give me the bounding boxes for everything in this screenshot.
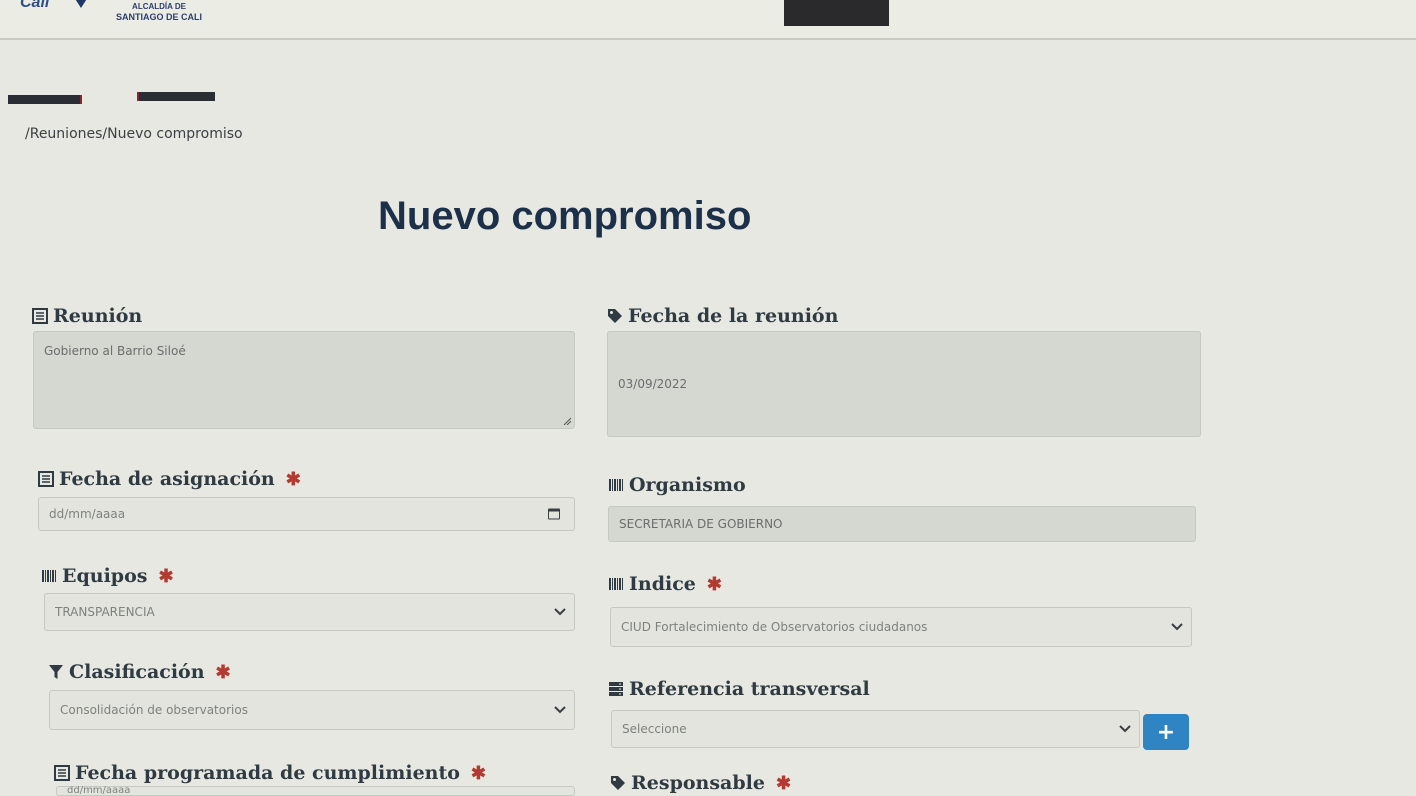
required-asterisk-icon: ✱ bbox=[285, 468, 301, 490]
clasificacion-label: Clasificación ✱ bbox=[48, 661, 231, 683]
fecha-programada-placeholder: dd/mm/aaaa bbox=[67, 786, 131, 796]
fecha-asignacion-placeholder: dd/mm/aaaa bbox=[49, 507, 126, 521]
referencia-transversal-select[interactable]: Seleccione bbox=[611, 710, 1140, 748]
filter-icon bbox=[49, 665, 63, 679]
cali-logo[interactable]: Cali bbox=[20, 0, 49, 12]
fecha-asignacion-label: Fecha de asignación ✱ bbox=[38, 468, 301, 490]
fecha-reunion-label: Fecha de la reunión bbox=[607, 305, 838, 327]
clasificacion-selected: Consolidación de observatorios bbox=[60, 703, 248, 717]
required-asterisk-icon: ✱ bbox=[158, 565, 174, 587]
organismo-value: SECRETARIA DE GOBIERNO bbox=[619, 517, 783, 531]
referencia-transversal-label: Referencia transversal bbox=[608, 678, 870, 700]
fecha-asignacion-input[interactable]: dd/mm/aaaa bbox=[38, 497, 575, 531]
chevron-down-icon[interactable] bbox=[554, 608, 566, 616]
reunion-value: Gobierno al Barrio Siloé bbox=[44, 344, 186, 358]
chevron-down-icon[interactable] bbox=[554, 706, 566, 714]
reunion-label-text: Reunión bbox=[53, 305, 143, 327]
page-title: Nuevo compromiso bbox=[378, 194, 752, 238]
server-icon bbox=[609, 682, 623, 696]
fecha-reunion-label-text: Fecha de la reunión bbox=[628, 305, 839, 327]
alcaldia-logo-line2: SANTIAGO DE CALI bbox=[116, 12, 203, 22]
alcaldia-logo-line1: ALCALDÍA DE bbox=[132, 2, 186, 11]
equipos-label: Equipos ✱ bbox=[41, 565, 174, 587]
barcode-icon bbox=[42, 570, 56, 582]
add-referencia-button[interactable]: + bbox=[1143, 714, 1189, 750]
organismo-label: Organismo bbox=[608, 474, 746, 496]
fecha-reunion-field[interactable]: 03/09/2022 bbox=[607, 331, 1201, 437]
list-icon bbox=[38, 471, 54, 487]
chevron-down-icon[interactable] bbox=[1171, 623, 1183, 631]
calendar-icon[interactable] bbox=[548, 508, 560, 520]
referencia-transversal-selected: Seleccione bbox=[622, 722, 687, 736]
nav-bar-right[interactable] bbox=[137, 92, 215, 101]
list-icon bbox=[54, 765, 70, 781]
referencia-transversal-label-text: Referencia transversal bbox=[629, 678, 870, 700]
required-asterisk-icon: ✱ bbox=[775, 772, 792, 794]
equipos-label-text: Equipos bbox=[62, 565, 148, 587]
header-dark-block bbox=[784, 0, 889, 26]
equipos-select[interactable]: TRANSPARENCIA bbox=[44, 593, 575, 631]
reunion-label: Reunión bbox=[32, 305, 142, 327]
fecha-programada-input[interactable]: dd/mm/aaaa bbox=[56, 786, 575, 796]
fecha-reunion-value: 03/09/2022 bbox=[618, 377, 688, 391]
chevron-down-icon[interactable] bbox=[1119, 725, 1131, 733]
clasificacion-label-text: Clasificación bbox=[69, 661, 205, 683]
list-icon bbox=[32, 308, 48, 324]
organismo-field[interactable]: SECRETARIA DE GOBIERNO bbox=[608, 506, 1196, 542]
equipos-selected: TRANSPARENCIA bbox=[55, 605, 155, 619]
barcode-icon bbox=[609, 578, 623, 590]
tag-icon bbox=[611, 776, 625, 790]
alcaldia-logo[interactable]: ALCALDÍA DE SANTIAGO DE CALI bbox=[116, 2, 202, 22]
required-asterisk-icon: ✱ bbox=[706, 573, 722, 595]
reunion-textarea[interactable]: Gobierno al Barrio Siloé bbox=[33, 331, 575, 429]
fecha-programada-label: Fecha programada de cumplimiento ✱ bbox=[54, 762, 486, 784]
clasificacion-select[interactable]: Consolidación de observatorios bbox=[49, 690, 575, 730]
fecha-asignacion-label-text: Fecha de asignación bbox=[59, 468, 275, 490]
barcode-icon bbox=[609, 479, 623, 491]
required-asterisk-icon: ✱ bbox=[215, 661, 231, 683]
tag-icon bbox=[608, 309, 622, 323]
organismo-label-text: Organismo bbox=[629, 474, 746, 496]
indice-label: Indice ✱ bbox=[608, 573, 722, 595]
heart-logo-icon bbox=[72, 0, 90, 8]
responsable-label: Responsable ✱ bbox=[610, 772, 791, 794]
responsable-label-text: Responsable bbox=[631, 772, 765, 794]
breadcrumb: /Reuniones/Nuevo compromiso bbox=[25, 126, 243, 142]
top-header: Cali ALCALDÍA DE SANTIAGO DE CALI bbox=[0, 0, 1416, 40]
indice-select[interactable]: CIUD Fortalecimiento de Observatorios ci… bbox=[610, 607, 1192, 647]
indice-selected: CIUD Fortalecimiento de Observatorios ci… bbox=[621, 620, 928, 634]
indice-label-text: Indice bbox=[629, 573, 696, 595]
required-asterisk-icon: ✱ bbox=[470, 762, 487, 784]
resize-grip-icon[interactable] bbox=[562, 416, 571, 425]
nav-bar-left[interactable] bbox=[8, 95, 82, 104]
fecha-programada-label-text: Fecha programada de cumplimiento bbox=[75, 762, 460, 784]
